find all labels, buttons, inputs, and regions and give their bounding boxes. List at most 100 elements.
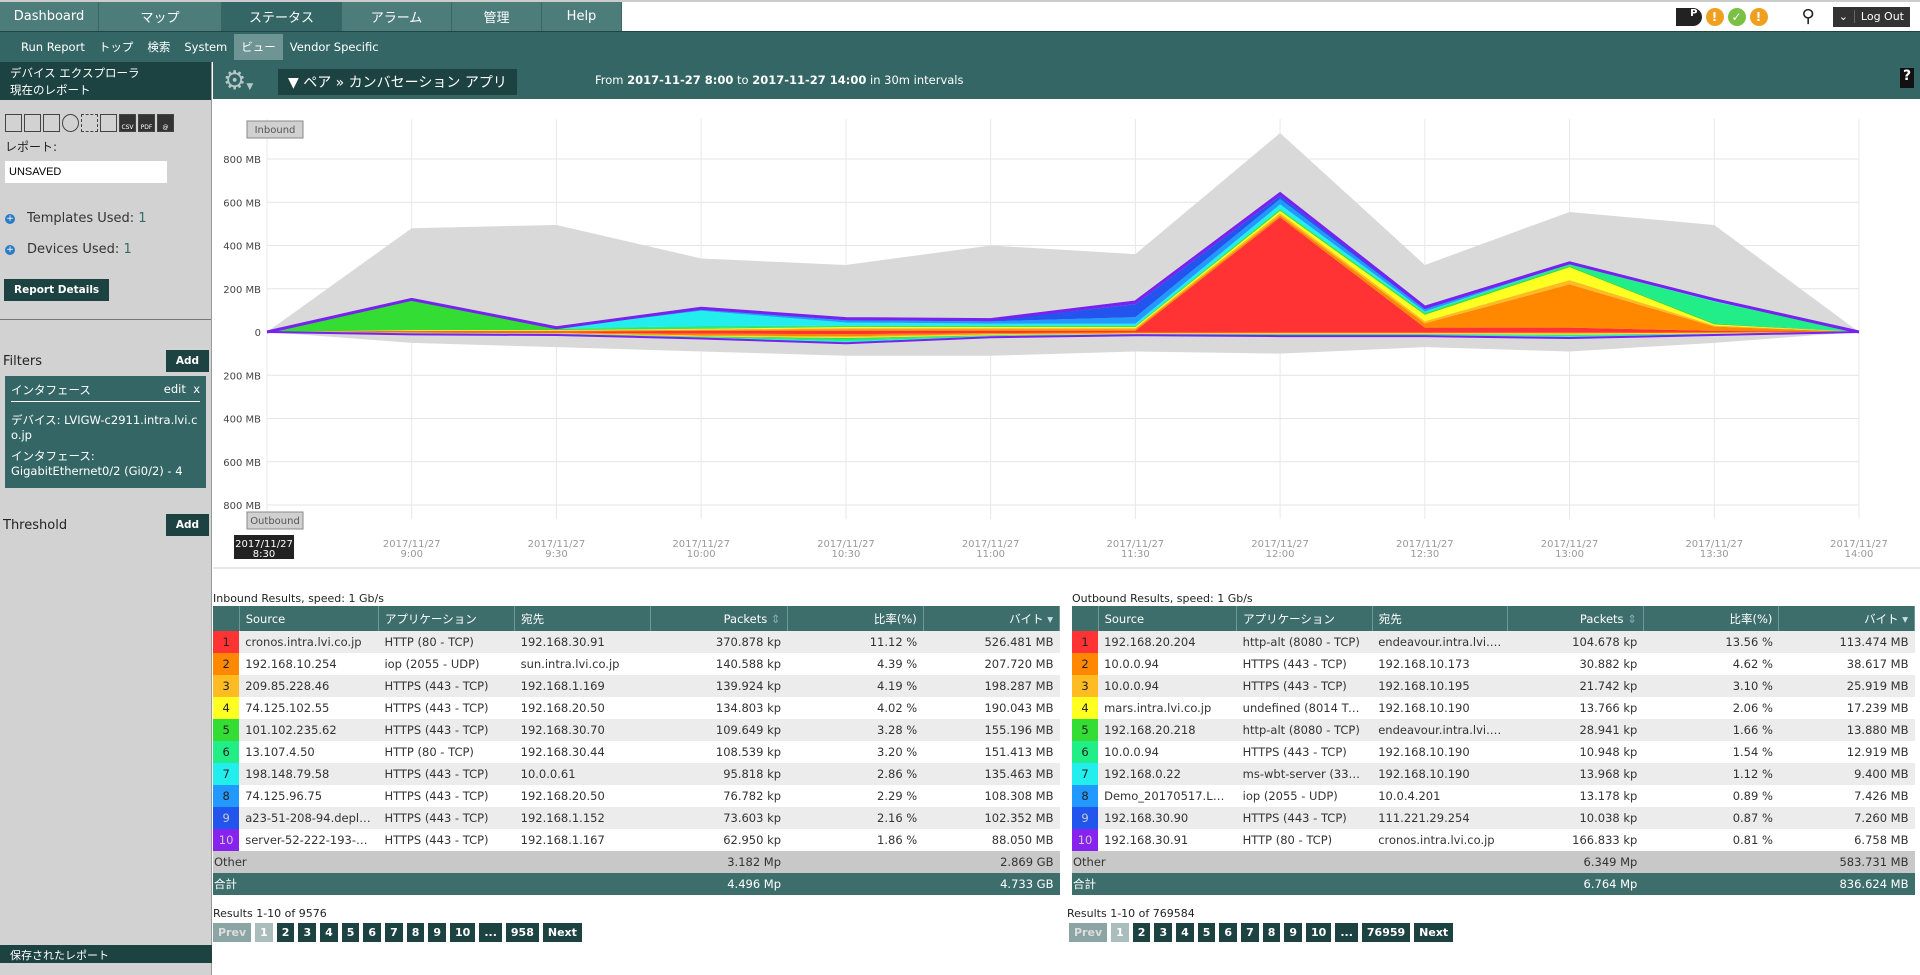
table-row[interactable]: 2 10.0.0.94 HTTPS (443 - TCP) 192.168.10.17… [1072, 653, 1915, 675]
device-explorer-link[interactable]: デバイス エクスプローラ [10, 65, 201, 82]
add-threshold-button[interactable]: Add [165, 514, 209, 536]
column-header[interactable]: Packets ⇕ [1507, 606, 1644, 631]
nav-tab-5[interactable]: Help [542, 2, 622, 31]
print-icon[interactable] [100, 114, 117, 132]
table-row[interactable]: 2 192.168.10.254 iop (2055 - UDP) sun.intra… [213, 653, 1060, 675]
table-row[interactable]: 8 74.125.96.75 HTTPS (443 - TCP) 192.168.20… [213, 785, 1060, 807]
column-header[interactable]: アプリケーション [1236, 606, 1373, 631]
warning-status-icon[interactable]: ! [1705, 7, 1724, 26]
column-header[interactable]: 宛先 [514, 606, 652, 631]
column-header[interactable]: 比率(%) [787, 606, 924, 631]
table-row[interactable]: 9 a23-51-208-94.deplo... HTTPS (443 - TCP)… [213, 807, 1060, 829]
subnav-item-2[interactable]: 検索 [140, 34, 177, 60]
clock-icon[interactable] [62, 114, 79, 132]
page-button[interactable]: 3 [298, 923, 317, 942]
column-header[interactable]: Packets ⇕ [650, 606, 788, 631]
page-button[interactable]: 3 [1154, 923, 1173, 942]
column-header[interactable]: バイト ▾ [923, 606, 1061, 631]
prev-button[interactable]: Prev [213, 923, 252, 942]
page-button[interactable]: 6 [1219, 923, 1238, 942]
remove-filter-button[interactable]: x [193, 382, 200, 396]
page-button[interactable]: 1 [255, 923, 273, 942]
column-header[interactable]: Source [1098, 606, 1238, 631]
page-button[interactable]: 8 [1262, 923, 1281, 942]
report-name-input[interactable] [5, 161, 167, 183]
page-button[interactable]: 8 [406, 923, 425, 942]
nav-tab-4[interactable]: 管理 [452, 2, 542, 31]
nav-tab-3[interactable]: アラーム [342, 2, 452, 31]
table-row[interactable]: 7 192.168.0.22 ms-wbt-server (3389 ... 192.… [1072, 763, 1915, 785]
edit-filter-link[interactable]: edit [164, 382, 186, 396]
nav-tab-2[interactable]: ステータス [222, 2, 342, 31]
csv-icon[interactable]: CSV [119, 114, 136, 132]
add-filter-button[interactable]: Add [165, 350, 209, 372]
current-report-link[interactable]: 現在のレポート [10, 82, 201, 99]
column-header[interactable]: 宛先 [1372, 606, 1509, 631]
subnav-item-4[interactable]: ビュー [234, 34, 283, 60]
page-button[interactable]: 7 [385, 923, 403, 942]
save-icon[interactable] [24, 114, 41, 132]
subnav-item-3[interactable]: System [177, 35, 234, 59]
table-row[interactable]: 8 Demo_20170517.LAB... iop (2055 - UDP) 10.… [1072, 785, 1915, 807]
grid-icon[interactable] [81, 114, 98, 132]
next-button[interactable]: Next [1414, 923, 1454, 942]
table-row[interactable]: 9 192.168.30.90 HTTPS (443 - TCP) 111.221.2… [1072, 807, 1915, 829]
subnav-item-1[interactable]: トップ [92, 34, 141, 60]
page-button[interactable]: 7 [1241, 923, 1259, 942]
table-row[interactable]: 1 192.168.20.204 http-alt (8080 - TCP) ende… [1072, 631, 1915, 653]
warning-status-icon[interactable]: ! [1749, 7, 1768, 26]
logout-button[interactable]: ⌄ Log Out [1832, 6, 1910, 27]
table-row[interactable]: 3 209.85.228.46 HTTPS (443 - TCP) 192.168.1… [213, 675, 1060, 697]
probe-icon[interactable]: P [1675, 7, 1702, 26]
page-button[interactable]: 5 [341, 923, 360, 942]
table-row[interactable]: 5 192.168.20.218 http-alt (8080 - TCP) ende… [1072, 719, 1915, 741]
trash-icon[interactable] [5, 114, 22, 132]
help-button[interactable]: ? [1900, 68, 1914, 88]
save-as-icon[interactable] [43, 114, 60, 132]
settings-gear-icon[interactable]: ⚙▼ [223, 66, 253, 96]
page-button[interactable]: 76959 [1361, 923, 1411, 942]
page-button[interactable]: 4 [320, 923, 338, 942]
column-header[interactable]: アプリケーション [378, 606, 516, 631]
subnav-item-0[interactable]: Run Report [14, 35, 92, 59]
table-row[interactable]: 4 mars.intra.lvi.co.jp undefined (8014 TCP… [1072, 697, 1915, 719]
page-button[interactable]: 5 [1197, 923, 1216, 942]
email-icon[interactable]: @ [157, 114, 174, 132]
ok-status-icon[interactable]: ✓ [1727, 7, 1746, 26]
search-icon[interactable]: ⚲ [1802, 6, 1815, 27]
page-button[interactable]: 10 [450, 923, 476, 942]
page-button[interactable]: 6 [363, 923, 382, 942]
table-row[interactable]: 3 10.0.0.94 HTTPS (443 - TCP) 192.168.10.19… [1072, 675, 1915, 697]
table-row[interactable]: 10 192.168.30.91 HTTP (80 - TCP) cronos.int… [1072, 829, 1915, 851]
table-row[interactable]: 1 cronos.intra.lvi.co.jp HTTP (80 - TCP) 19… [213, 631, 1060, 653]
page-button[interactable]: 2 [276, 923, 295, 942]
pdf-icon[interactable]: PDF [138, 114, 155, 132]
page-button[interactable]: ... [1335, 923, 1358, 942]
page-button[interactable]: 9 [428, 923, 447, 942]
column-header[interactable]: Source [239, 606, 379, 631]
column-header[interactable]: 比率(%) [1643, 606, 1780, 631]
page-button[interactable]: 958 [505, 923, 539, 942]
page-button[interactable]: 4 [1176, 923, 1194, 942]
column-header[interactable]: バイト ▾ [1778, 606, 1915, 631]
next-button[interactable]: Next [542, 923, 582, 942]
table-row[interactable]: 7 198.148.79.58 HTTPS (443 - TCP) 10.0.0.61… [213, 763, 1060, 785]
nav-tab-1[interactable]: マップ [99, 2, 222, 31]
prev-button[interactable]: Prev [1069, 923, 1108, 942]
table-row[interactable]: 4 74.125.102.55 HTTPS (443 - TCP) 192.168.2… [213, 697, 1060, 719]
nav-tab-0[interactable]: Dashboard [0, 2, 99, 31]
page-button[interactable]: ... [479, 923, 502, 942]
page-button[interactable]: 9 [1284, 923, 1303, 942]
page-button[interactable]: 1 [1111, 923, 1129, 942]
table-row[interactable]: 10 server-52-222-193-2... HTTPS (443 - TCP… [213, 829, 1060, 851]
table-row[interactable]: 6 10.0.0.94 HTTPS (443 - TCP) 192.168.10.19… [1072, 741, 1915, 763]
templates-used-toggle[interactable]: + Templates Used: 1 [0, 211, 211, 226]
view-selector[interactable]: ▼ ペア » カンバセーション アプリ [278, 69, 517, 95]
page-button[interactable]: 10 [1306, 923, 1332, 942]
report-details-button[interactable]: Report Details [4, 279, 110, 301]
table-row[interactable]: 5 101.102.235.62 HTTPS (443 - TCP) 192.168.… [213, 719, 1060, 741]
subnav-item-5[interactable]: Vendor Specific [283, 35, 386, 59]
devices-used-toggle[interactable]: + Devices Used: 1 [0, 242, 211, 257]
table-row[interactable]: 6 13.107.4.50 HTTP (80 - TCP) 192.168.30.44… [213, 741, 1060, 763]
saved-reports-section[interactable]: 保存されたレポート [0, 945, 212, 963]
